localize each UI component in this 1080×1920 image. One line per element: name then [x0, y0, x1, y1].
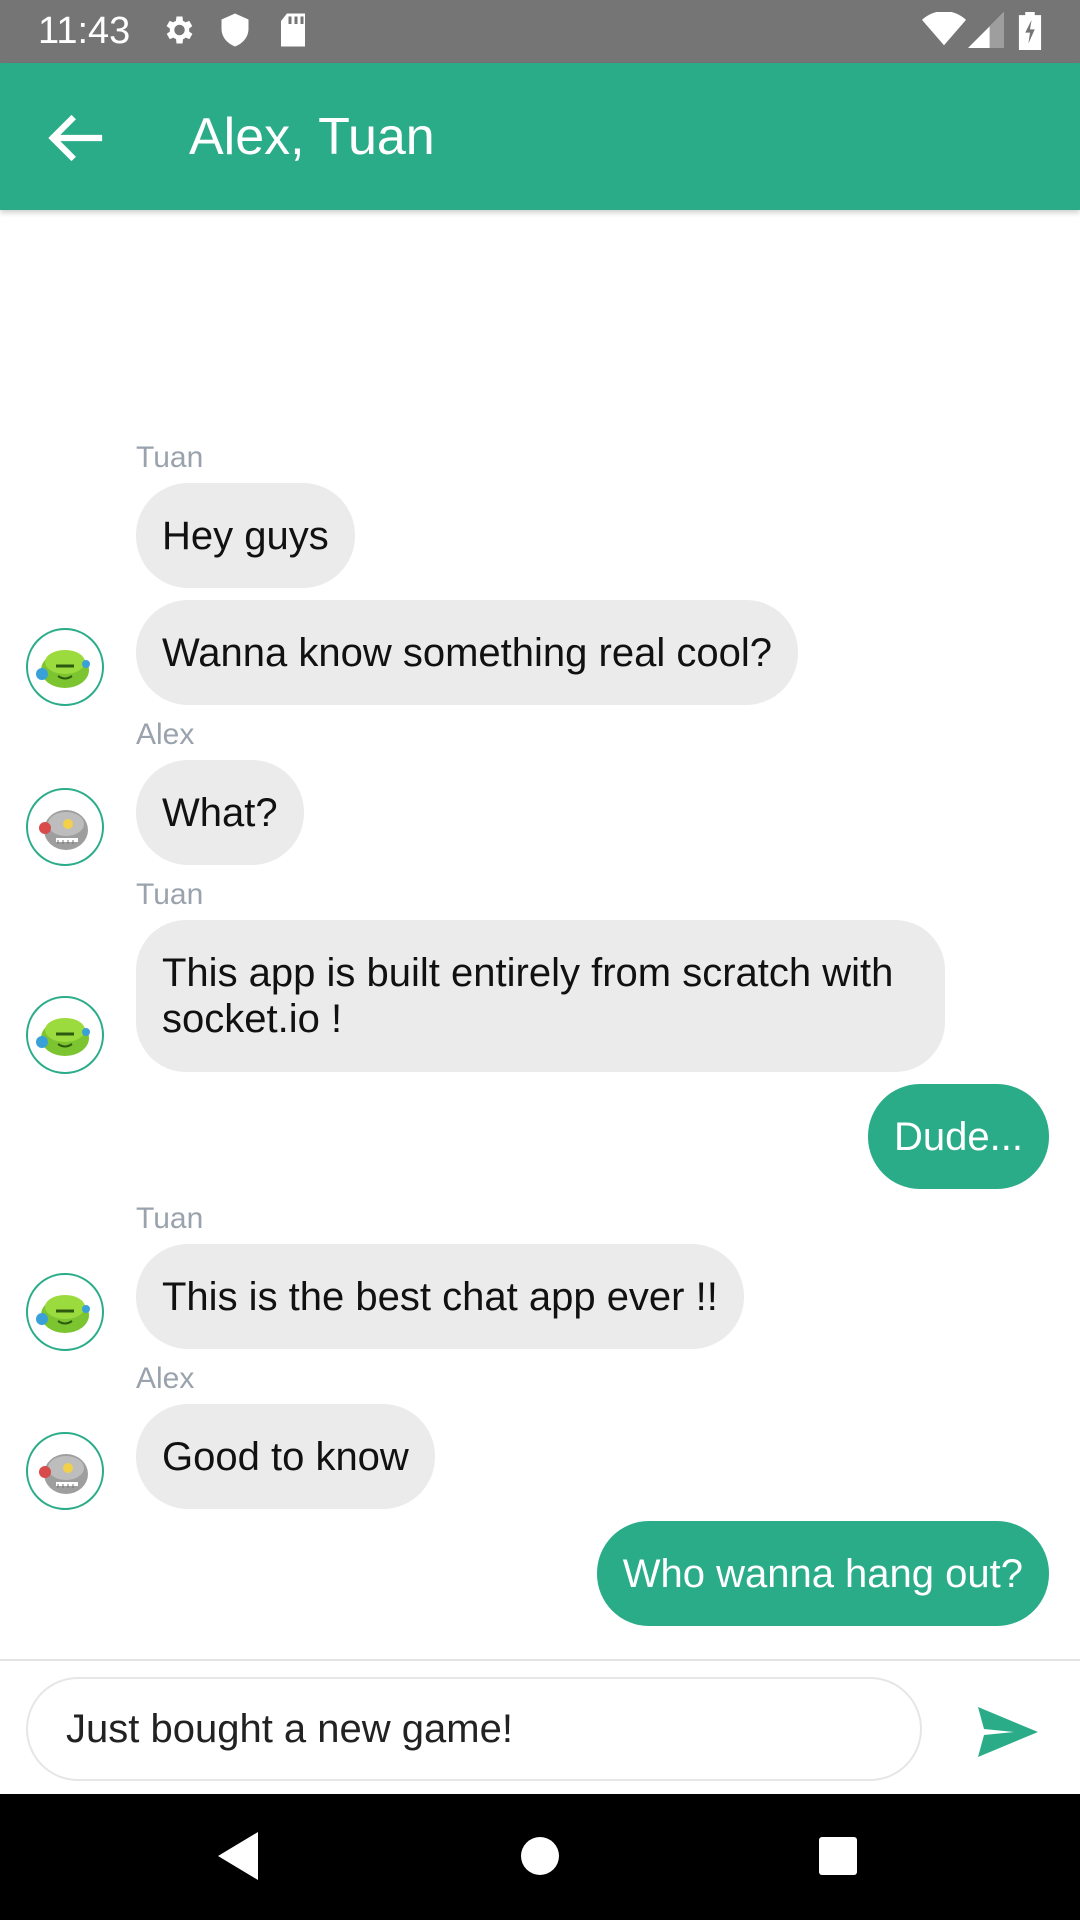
message-bubble-sent[interactable]: Dude... — [868, 1084, 1049, 1189]
message-bubble[interactable]: What? — [136, 760, 304, 865]
sender-name: Tuan — [136, 1202, 204, 1235]
message-bubble-sent[interactable]: Who wanna hang out? — [596, 1521, 1049, 1626]
avatar-alex[interactable] — [26, 1432, 104, 1510]
recents-square-icon[interactable] — [817, 1830, 859, 1882]
status-bar: 11:43 — [0, 0, 1080, 63]
arrow-back-icon[interactable] — [44, 113, 104, 163]
sender-name: Alex — [136, 1362, 195, 1395]
gray-robot-avatar-icon — [39, 810, 88, 850]
green-monster-avatar-icon — [36, 650, 90, 688]
status-time: 11:43 — [38, 10, 131, 52]
chat-title: Alex, Tuan — [189, 108, 435, 166]
message-bubble[interactable]: Good to know — [136, 1404, 435, 1509]
back-triangle-icon[interactable] — [216, 1830, 260, 1882]
sd-card-icon — [281, 13, 305, 47]
send-icon[interactable] — [976, 1705, 1040, 1759]
settings-icon — [166, 16, 193, 44]
avatar-tuan[interactable] — [26, 628, 104, 706]
message-composer — [0, 1659, 1080, 1796]
avatar-tuan[interactable] — [26, 996, 104, 1074]
signal-icon — [968, 12, 1004, 48]
sender-name: Tuan — [136, 441, 204, 474]
avatar-alex[interactable] — [26, 788, 104, 866]
system-nav-bar — [0, 1794, 1080, 1920]
wifi-icon — [922, 12, 966, 46]
message-bubble[interactable]: Hey guys — [136, 483, 355, 588]
sender-name: Tuan — [136, 878, 204, 911]
message-list[interactable]: Tuan Hey guys Wanna know something real … — [0, 210, 1080, 1658]
sender-name: Alex — [136, 718, 195, 751]
message-bubble[interactable]: This app is built entirely from scratch … — [136, 920, 945, 1072]
green-monster-avatar-icon — [36, 1018, 90, 1056]
app-bar: Alex, Tuan — [0, 63, 1080, 210]
shield-icon — [221, 13, 249, 47]
message-bubble[interactable]: This is the best chat app ever !! — [136, 1244, 744, 1349]
avatar-tuan[interactable] — [26, 1273, 104, 1351]
battery-icon — [1018, 12, 1042, 50]
message-bubble[interactable]: Wanna know something real cool? — [136, 600, 798, 705]
message-input[interactable] — [26, 1677, 922, 1781]
home-circle-icon[interactable] — [519, 1830, 561, 1882]
green-monster-avatar-icon — [36, 1295, 90, 1333]
gray-robot-avatar-icon — [39, 1454, 88, 1494]
